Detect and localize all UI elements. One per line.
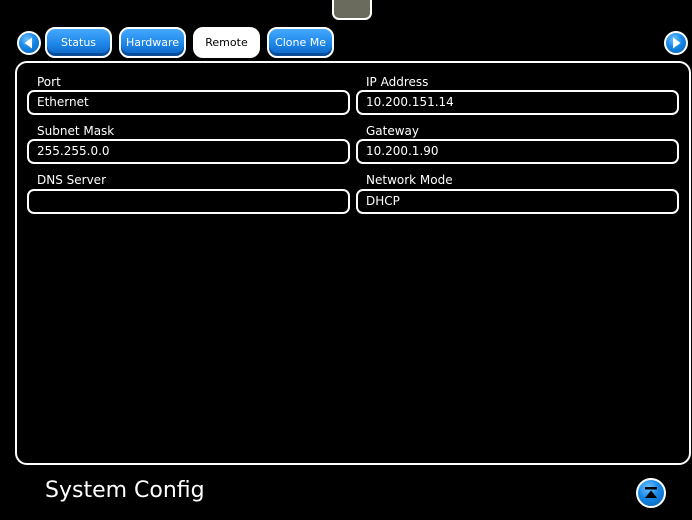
right-arrow-icon[interactable] <box>664 31 688 55</box>
network-mode-label: Network Mode <box>366 173 453 187</box>
tab-remote[interactable]: Remote <box>193 27 260 58</box>
left-arrow-icon[interactable] <box>17 31 41 55</box>
ip-address-field[interactable]: 10.200.151.14 <box>356 90 679 115</box>
tab-status[interactable]: Status <box>45 27 112 58</box>
top-drawer-handle[interactable] <box>332 0 372 20</box>
ip-address-label: IP Address <box>366 75 429 89</box>
left-arrow-glyph <box>24 37 32 49</box>
tab-clone-me[interactable]: Clone Me <box>267 27 334 58</box>
right-arrow-glyph <box>673 37 681 49</box>
remote-settings-panel <box>15 61 691 465</box>
scroll-to-top-glyph <box>645 487 657 498</box>
dns-server-field[interactable] <box>27 189 350 214</box>
tab-hardware[interactable]: Hardware <box>119 27 186 58</box>
gateway-label: Gateway <box>366 124 420 138</box>
subnet-mask-field[interactable]: 255.255.0.0 <box>27 139 350 164</box>
network-mode-field[interactable]: DHCP <box>356 189 679 214</box>
page-title: System Config <box>45 478 205 503</box>
gateway-field[interactable]: 10.200.1.90 <box>356 139 679 164</box>
dns-server-label: DNS Server <box>37 173 106 187</box>
port-label: Port <box>37 75 61 89</box>
subnet-mask-label: Subnet Mask <box>37 124 115 138</box>
scroll-to-top-icon[interactable] <box>636 478 666 508</box>
port-field[interactable]: Ethernet <box>27 90 350 115</box>
